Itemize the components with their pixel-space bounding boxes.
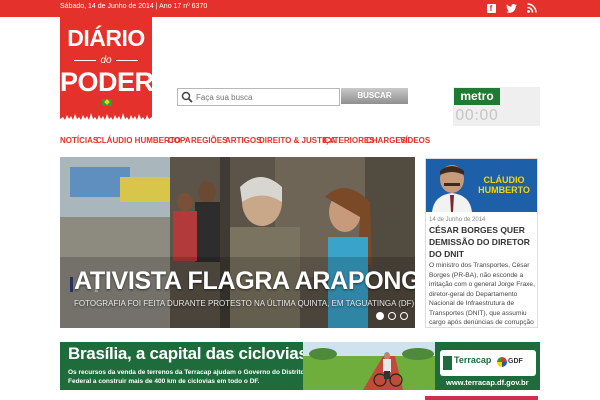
metro-clock: 00:00 xyxy=(455,106,499,124)
rss-icon[interactable] xyxy=(526,2,538,14)
columnist-photo xyxy=(432,165,472,212)
ad-logos: Terracap GDF xyxy=(440,350,536,376)
logo-line1: DIÁRIO xyxy=(67,25,145,51)
nav-item-noticias[interactable]: NOTÍCIAS xyxy=(60,136,98,145)
search-box xyxy=(177,88,340,106)
columnist-body: O ministro dos Transportes, César Borges… xyxy=(429,262,535,326)
columnist-date: 14 de Junho de 2014 xyxy=(429,217,486,223)
metro-widget[interactable]: metro 00:00 xyxy=(453,87,540,126)
search-icon xyxy=(181,91,193,103)
crowd-silhouette-icon xyxy=(60,113,152,125)
nav-item-artigos[interactable]: ARTIGOS xyxy=(225,136,261,145)
ad-url[interactable]: www.terracap.df.gov.br xyxy=(446,378,529,387)
page: Sábado, 14 de Junho de 2014 | Ano 17 nº … xyxy=(0,0,600,400)
nav-item-videos[interactable]: VÍDEOS xyxy=(400,136,430,145)
search-button[interactable]: BUSCAR xyxy=(341,88,408,104)
ad-brand: Terracap xyxy=(454,355,492,365)
nav-item-regioes[interactable]: REGIÕES xyxy=(191,136,227,145)
logo-line2: do xyxy=(60,55,152,66)
columnist-name-line1: CLÁUDIO xyxy=(483,175,525,185)
date-line: Sábado, 14 de Junho de 2014 | Ano 17 nº … xyxy=(60,3,208,10)
top-bar: Sábado, 14 de Junho de 2014 | Ano 17 nº … xyxy=(0,0,600,17)
brazil-flag-icon xyxy=(102,99,112,106)
ad-text: Os recursos da venda de terrenos da Terr… xyxy=(68,369,305,385)
ad-photo xyxy=(303,342,435,390)
hero-caption: FOTOGRAFIA FOI FEITA DURANTE PROTESTO NA… xyxy=(74,299,415,308)
columnist-name-line2: HUMBERTO xyxy=(478,185,530,195)
twitter-icon[interactable] xyxy=(505,2,517,14)
slider-dot-3[interactable] xyxy=(400,312,408,320)
slider-dot-1[interactable] xyxy=(376,312,384,320)
site-logo[interactable]: DIÁRIO do PODER xyxy=(60,17,152,125)
search-input[interactable] xyxy=(196,90,336,104)
metro-logo: metro xyxy=(454,88,500,105)
bottom-strip xyxy=(425,396,538,400)
facebook-icon[interactable]: f xyxy=(485,2,497,14)
gdf-icon xyxy=(497,357,507,367)
ad-banner[interactable]: Brasília, a capital das ciclovias. Os re… xyxy=(60,342,540,390)
columnist-banner: CLÁUDIO HUMBERTO xyxy=(426,159,537,212)
slider-dot-2[interactable] xyxy=(388,312,396,320)
ad-title: Brasília, a capital das ciclovias. xyxy=(68,344,312,363)
hero-slider[interactable]: ATIVISTA FLAGRA ARAPONGA FOTOGRAFIA FOI … xyxy=(60,157,415,328)
columnist-name: CLÁUDIO HUMBERTO xyxy=(474,175,534,195)
terracap-icon xyxy=(443,356,452,370)
nav-item-copa[interactable]: COPA xyxy=(168,136,191,145)
columnist-title[interactable]: CÉSAR BORGES QUER DEMISSÃO DO DIRETOR DO… xyxy=(429,224,535,260)
columnist-card[interactable]: CLÁUDIO HUMBERTO 14 de Junho de 2014 CÉSA… xyxy=(425,158,538,328)
hero-headline[interactable]: ATIVISTA FLAGRA ARAPONGA xyxy=(74,267,415,296)
logo-line3: PODER xyxy=(60,67,152,97)
ad-brand2: GDF xyxy=(508,358,523,365)
